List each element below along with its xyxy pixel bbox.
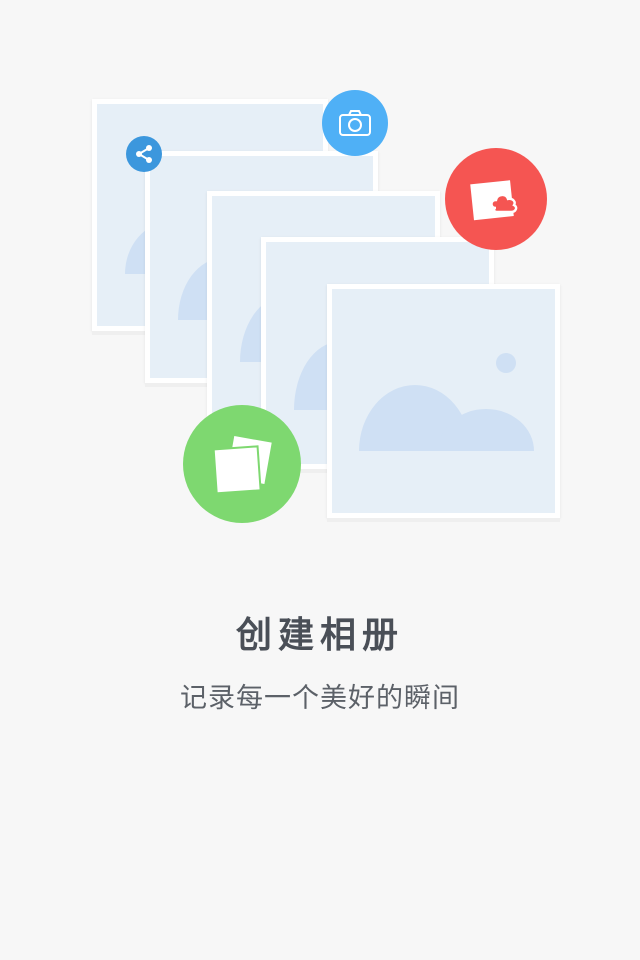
- page-subtitle: 记录每一个美好的瞬间: [180, 683, 460, 714]
- photos-stack-badge: [183, 405, 301, 523]
- camera-badge: [322, 90, 388, 156]
- photos-stack-icon: [207, 432, 277, 496]
- cloud-photo-icon: [466, 174, 526, 224]
- share-icon: [133, 143, 155, 165]
- album-illustration: [0, 0, 640, 560]
- page-title: 创建相册: [235, 615, 404, 656]
- camera-icon: [338, 109, 372, 137]
- photo-card-5: [327, 284, 560, 518]
- share-badge: [126, 136, 162, 172]
- cloud-photo-badge: [445, 148, 547, 250]
- landscape-sun: [496, 353, 516, 373]
